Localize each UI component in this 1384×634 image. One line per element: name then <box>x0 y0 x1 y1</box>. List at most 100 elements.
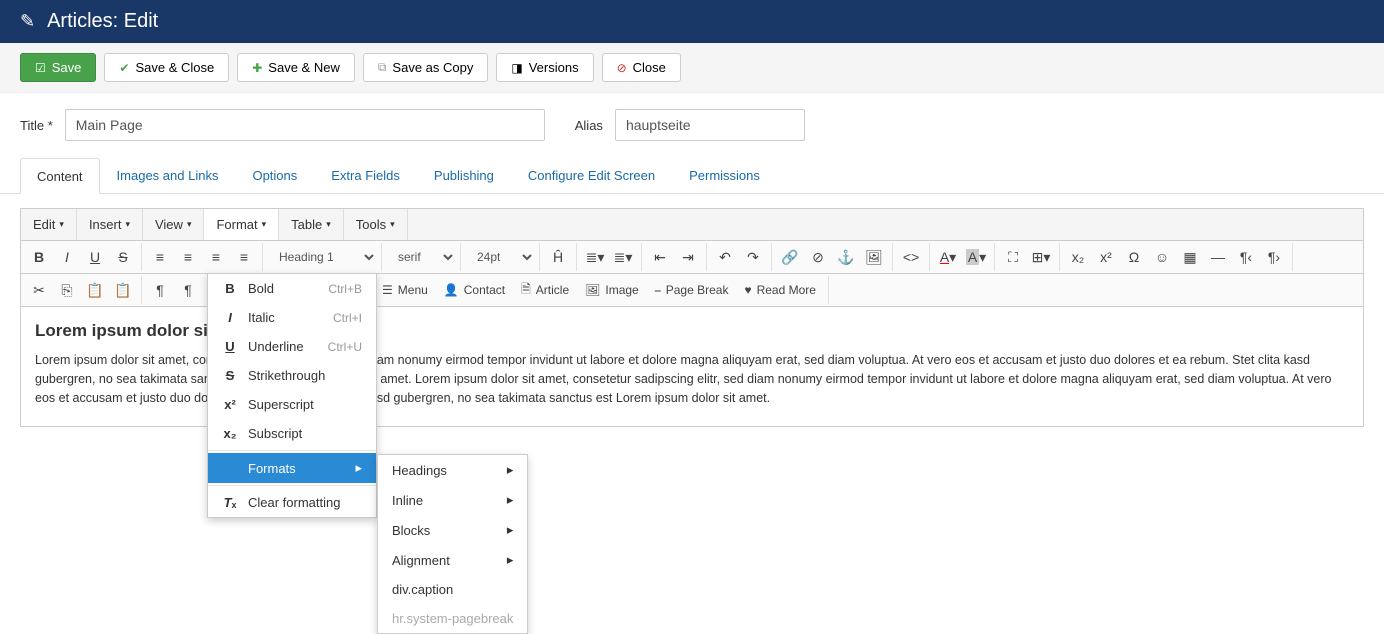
title-label: Title * <box>20 118 53 133</box>
underline-button[interactable]: U <box>81 243 109 271</box>
page-title: Articles: Edit <box>47 10 158 33</box>
caret-icon: ▾ <box>125 219 130 230</box>
font-size-select[interactable]: 24pt <box>465 245 535 269</box>
superscript-button[interactable]: x² <box>1092 243 1120 271</box>
insert-readmore-button[interactable]: ♥Read More <box>736 276 824 304</box>
align-center-button[interactable]: ≡ <box>174 243 202 271</box>
save-close-button[interactable]: ✔Save & Close <box>104 53 229 82</box>
tab-options[interactable]: Options <box>235 157 314 193</box>
format-subscript[interactable]: x₂Subscript <box>208 419 376 448</box>
italic-button[interactable]: I <box>53 243 81 271</box>
bg-color-button[interactable]: A▾ <box>962 243 990 271</box>
format-bold[interactable]: BBoldCtrl+B <box>208 274 376 303</box>
formats-headings[interactable]: Headings▸ <box>378 455 527 485</box>
indent-button[interactable]: ⇥ <box>674 243 702 271</box>
format-superscript[interactable]: x²Superscript <box>208 390 376 419</box>
redo-button[interactable]: ↷ <box>739 243 767 271</box>
bold-icon: B <box>222 281 238 296</box>
tab-content[interactable]: Content <box>20 158 100 194</box>
readmore-icon: ♥ <box>744 283 751 297</box>
align-left-button[interactable]: ≡ <box>146 243 174 271</box>
tab-publishing[interactable]: Publishing <box>417 157 511 193</box>
save-label: Save <box>52 60 82 75</box>
menu-view[interactable]: View▾ <box>143 209 204 240</box>
code-button[interactable]: <> <box>897 243 925 271</box>
title-input[interactable] <box>65 109 545 141</box>
menu-edit[interactable]: Edit▾ <box>21 209 77 240</box>
save-new-button[interactable]: ✚Save & New <box>237 53 355 82</box>
underline-icon: U <box>222 339 238 354</box>
align-right-button[interactable]: ≡ <box>202 243 230 271</box>
insert-contact-button[interactable]: 👤Contact <box>436 276 513 304</box>
action-bar: ☑Save ✔Save & Close ✚Save & New ⧉Save as… <box>0 43 1384 93</box>
paste-button[interactable]: 📋 <box>81 276 109 304</box>
subscript-button[interactable]: x₂ <box>1064 243 1092 271</box>
outdent-button[interactable]: ⇤ <box>646 243 674 271</box>
tab-images[interactable]: Images and Links <box>100 157 236 193</box>
menu-insert[interactable]: Insert▾ <box>77 209 143 240</box>
special-char-button[interactable]: Ω <box>1120 243 1148 271</box>
alias-label: Alias <box>575 118 603 133</box>
caret-icon: ▾ <box>187 219 192 230</box>
insert-article-button[interactable]: 🗎Article <box>513 276 577 304</box>
menu-tools[interactable]: Tools▾ <box>344 209 408 240</box>
heading-select[interactable]: Heading 1 <box>267 245 377 269</box>
strike-button[interactable]: S <box>109 243 137 271</box>
list-icon: ☰ <box>382 283 393 297</box>
show-blocks-button[interactable]: ¶ <box>146 276 174 304</box>
format-formats[interactable]: Formats▸ <box>208 453 376 483</box>
save-button[interactable]: ☑Save <box>20 53 96 82</box>
italic-icon: I <box>222 310 238 325</box>
paste-text-button[interactable]: 📋 <box>109 276 137 304</box>
emoji-button[interactable]: ☺ <box>1148 243 1176 271</box>
save-copy-button[interactable]: ⧉Save as Copy <box>363 53 489 82</box>
tab-permissions[interactable]: Permissions <box>672 157 777 193</box>
font-family-select[interactable]: serif <box>386 245 456 269</box>
align-justify-button[interactable]: ≡ <box>230 243 258 271</box>
separator <box>208 450 376 451</box>
format-italic[interactable]: IItalicCtrl+I <box>208 303 376 332</box>
undo-button[interactable]: ↶ <box>711 243 739 271</box>
menu-table[interactable]: Table▾ <box>279 209 344 240</box>
fullscreen-button[interactable]: ⛶ <box>999 243 1027 271</box>
tab-configure[interactable]: Configure Edit Screen <box>511 157 672 193</box>
text-color-button[interactable]: A▾ <box>934 243 962 271</box>
cut-button[interactable]: ✂ <box>25 276 53 304</box>
formats-divcaption[interactable]: div.caption <box>378 575 527 604</box>
anchor-button[interactable]: ⚓ <box>832 243 860 271</box>
format-underline[interactable]: UUnderlineCtrl+U <box>208 332 376 361</box>
table-button[interactable]: ⊞▾ <box>1027 243 1055 271</box>
copy-button[interactable]: ⎘ <box>53 276 81 304</box>
insert-pagebreak-button[interactable]: ⎯Page Break <box>647 276 737 304</box>
alias-input[interactable] <box>615 109 805 141</box>
rtl-button[interactable]: ¶› <box>1260 243 1288 271</box>
plus-icon: ✚ <box>252 61 262 75</box>
formats-alignment[interactable]: Alignment▸ <box>378 545 527 575</box>
format-strike[interactable]: SStrikethrough <box>208 361 376 390</box>
formats-hrpagebreak[interactable]: hr.system-pagebreak <box>378 604 527 633</box>
media-button[interactable]: ▦ <box>1176 243 1204 271</box>
format-clear[interactable]: TₓClear formatting <box>208 488 376 517</box>
copy-icon: ⧉ <box>378 60 387 75</box>
bullet-list-button[interactable]: ≣▾ <box>581 243 609 271</box>
close-button[interactable]: ⊘Close <box>602 53 681 82</box>
chevron-right-icon: ▸ <box>507 462 514 478</box>
invisible-chars-button[interactable]: ¶ <box>174 276 202 304</box>
bold-button[interactable]: B <box>25 243 53 271</box>
hr-button[interactable]: — <box>1204 243 1232 271</box>
unlink-button[interactable]: ⊘ <box>804 243 832 271</box>
tab-extra[interactable]: Extra Fields <box>314 157 417 193</box>
insert-menu-button[interactable]: ☰Menu <box>374 276 436 304</box>
tabs: Content Images and Links Options Extra F… <box>0 157 1384 194</box>
versions-button[interactable]: ◨Versions <box>496 53 593 82</box>
formats-blocks[interactable]: Blocks▸ <box>378 515 527 545</box>
menu-format[interactable]: Format▾ <box>204 209 279 240</box>
number-list-button[interactable]: ≣▾ <box>609 243 637 271</box>
sub-icon: x₂ <box>222 426 238 441</box>
formats-inline[interactable]: Inline▸ <box>378 485 527 515</box>
insert-image-button[interactable]: 🖼Image <box>577 276 647 304</box>
ltr-button[interactable]: ¶‹ <box>1232 243 1260 271</box>
find-button[interactable]: Ĥ <box>544 243 572 271</box>
link-button[interactable]: 🔗 <box>776 243 804 271</box>
image-button[interactable]: 🖼 <box>860 243 888 271</box>
